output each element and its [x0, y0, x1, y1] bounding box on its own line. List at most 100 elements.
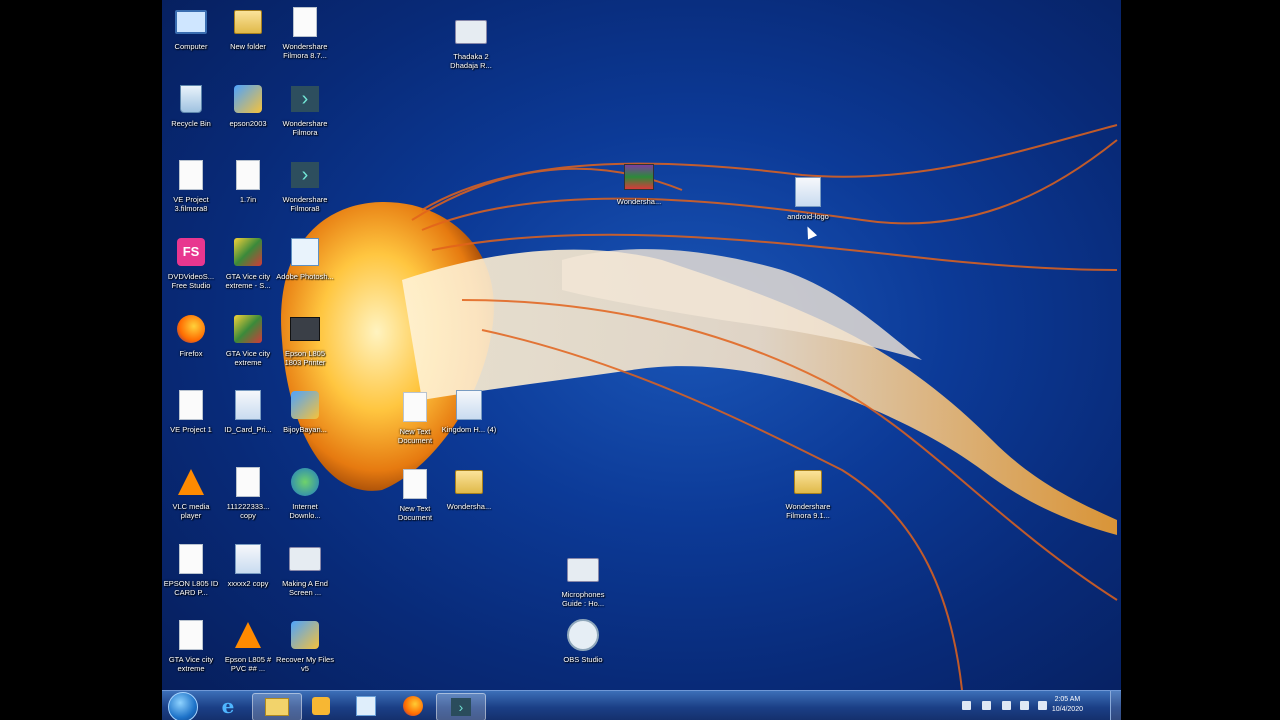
desktop-icon-label: ID_Card_Pri... [224, 425, 272, 434]
desktop-icon[interactable]: OBS Studio [554, 618, 612, 664]
desktop-icon[interactable]: Wondersha... [610, 160, 668, 206]
desktop-icon[interactable]: 1.7in [219, 158, 277, 204]
vlc-icon [174, 465, 208, 499]
desktop-icon[interactable]: Wondersha... [440, 465, 498, 511]
windows-explorer-icon [265, 698, 289, 716]
desktop-icon[interactable]: 111222333... copy [219, 465, 277, 520]
image-icon [452, 388, 486, 422]
photoshop-icon [288, 235, 322, 269]
file-icon [288, 5, 322, 39]
file-icon [174, 618, 208, 652]
desktop-icon[interactable]: Internet Downlo... [276, 465, 334, 520]
desktop-icon[interactable]: VE Project 1 [162, 388, 220, 434]
desktop-icon-label: Recycle Bin [171, 119, 211, 128]
desktop-icon-label: Internet Downlo... [289, 502, 321, 520]
desktop-icon[interactable]: ID_Card_Pri... [219, 388, 277, 434]
file-icon [174, 158, 208, 192]
desktop-icon[interactable]: Wondershare Filmora 9.1... [779, 465, 837, 520]
desktop-icon[interactable]: Epson L805 # PVC ## ... [219, 618, 277, 673]
windows-start-icon[interactable] [168, 692, 198, 720]
desktop-icon-label: Thadaka 2 Dhadaja R... [450, 52, 492, 70]
desktop-icon-label: DVDVideoS... Free Studio [167, 272, 215, 290]
desktop-icon[interactable]: New folder [219, 5, 277, 51]
desktop-icon[interactable]: Firefox [162, 312, 220, 358]
desktop-icon[interactable]: VLC media player [162, 465, 220, 520]
desktop-icon-label: Wondershare Filmora 8.7... [282, 42, 328, 60]
desktop-icon[interactable]: Adobe Photosh... [276, 235, 334, 281]
desktop-icon[interactable]: Making A End Screen ... [276, 542, 334, 597]
obs-icon [566, 618, 600, 652]
desktop-icon[interactable]: GTA Vice city extreme [219, 312, 277, 367]
desktop-icon[interactable]: GTA Vice city extreme - S... [219, 235, 277, 290]
filmora-icon: › [288, 82, 322, 116]
desktop-icon[interactable]: Recycle Bin [162, 82, 220, 128]
video-icon [454, 15, 488, 49]
desktop-icon-label: EPSON L805 ID CARD P... [163, 579, 219, 597]
windows-explorer-button[interactable] [252, 693, 302, 720]
tray-up-arrow-icon[interactable] [962, 701, 971, 710]
desktop-icon[interactable]: GTA Vice city extreme [162, 618, 220, 673]
desktop-icon[interactable]: FS DVDVideoS... Free Studio [162, 235, 220, 290]
tray-flag-icon[interactable] [982, 701, 991, 710]
vlc-icon [231, 618, 265, 652]
filmora-button[interactable]: › [436, 693, 486, 720]
folder-icon [791, 465, 825, 499]
image-viewer-icon [356, 696, 376, 716]
firefox-button[interactable] [389, 693, 437, 719]
desktop-icon-label: GTA Vice city extreme [168, 655, 214, 673]
desktop-icon[interactable]: New Text Document [386, 467, 444, 522]
game-icon [231, 312, 265, 346]
desktop-icon[interactable]: Epson L805 1803 Printer [276, 312, 334, 367]
desktop-icon[interactable]: New Text Document [386, 390, 444, 445]
desktop-icon[interactable]: EPSON L805 ID CARD P... [162, 542, 220, 597]
taskbar-clock[interactable]: 2:05 AM 10/4/2020 [1052, 695, 1083, 715]
filmora-icon: › [451, 698, 471, 716]
tray-battery-icon[interactable] [1038, 701, 1047, 710]
desktop-icon-label: New folder [230, 42, 266, 51]
desktop-icon[interactable]: Thadaka 2 Dhadaja R... [442, 15, 500, 70]
desktop-icon-label: 1.7in [239, 195, 257, 204]
desktop-icon[interactable]: Microphones Guide : Ho... [554, 553, 612, 608]
desktop-icon[interactable]: epson2003 [219, 82, 277, 128]
windows-media-button[interactable] [297, 693, 345, 719]
desktop-icon-label: 111222333... copy [226, 502, 270, 520]
file-icon [231, 465, 265, 499]
taskbar: e › 2:05 AM 10/4/2020 [162, 690, 1121, 720]
desktop-icon-label: GTA Vice city extreme - S... [225, 272, 271, 290]
desktop-icon-label: Epson L805 # PVC ## ... [224, 655, 272, 673]
desktop-icon[interactable]: › Wondershare Filmora [276, 82, 334, 137]
desktop-icon-label: Kingdom H... (4) [441, 425, 497, 434]
text-file-icon [398, 467, 432, 501]
desktop-icon-label: Computer [174, 42, 208, 51]
desktop-icon-label: xxxxx2 copy [227, 579, 269, 588]
desktop-icon-label: Wondershare Filmora 9.1... [785, 502, 831, 520]
archive-icon [622, 160, 656, 194]
desktop-icon-label: VLC media player [172, 502, 210, 520]
desktop-icon-label: BijoyBayan... [283, 425, 327, 434]
clock-date: 10/4/2020 [1051, 706, 1083, 713]
desktop-icon-label: VE Project 3.filmora8 [173, 195, 209, 213]
desktop-icon[interactable]: Kingdom H... (4) [440, 388, 498, 434]
desktop-icon[interactable]: Recover My Files v5 [276, 618, 334, 673]
desktop-icon-label: Firefox [179, 349, 203, 358]
desktop-icon-label: Epson L805 1803 Printer [284, 349, 326, 367]
file-icon [174, 388, 208, 422]
tray-network-icon[interactable] [1020, 701, 1029, 710]
desktop-icon-label: New Text Document [397, 504, 433, 522]
recycle-bin-icon [174, 82, 208, 116]
desktop-icon[interactable]: Wondershare Filmora 8.7... [276, 5, 334, 60]
desktop-icon[interactable]: Computer [162, 5, 220, 51]
desktop-icon[interactable]: android-logo [779, 175, 837, 221]
image-viewer-button[interactable] [342, 693, 390, 719]
tray-volume-icon[interactable] [1002, 701, 1011, 710]
desktop-icon[interactable]: › Wondershare Filmora8 [276, 158, 334, 213]
internet-explorer-icon: e [221, 694, 235, 718]
show-desktop-button[interactable] [1110, 691, 1121, 720]
desktop-icon[interactable]: BijoyBayan... [276, 388, 334, 434]
desktop-icon-label: Microphones Guide : Ho... [561, 590, 605, 608]
desktop-icon-label: Wondersha... [446, 502, 492, 511]
desktop-icon[interactable]: VE Project 3.filmora8 [162, 158, 220, 213]
desktop-icon[interactable]: xxxxx2 copy [219, 542, 277, 588]
text-file-icon [398, 390, 432, 424]
internet-explorer-button[interactable]: e [204, 693, 252, 719]
